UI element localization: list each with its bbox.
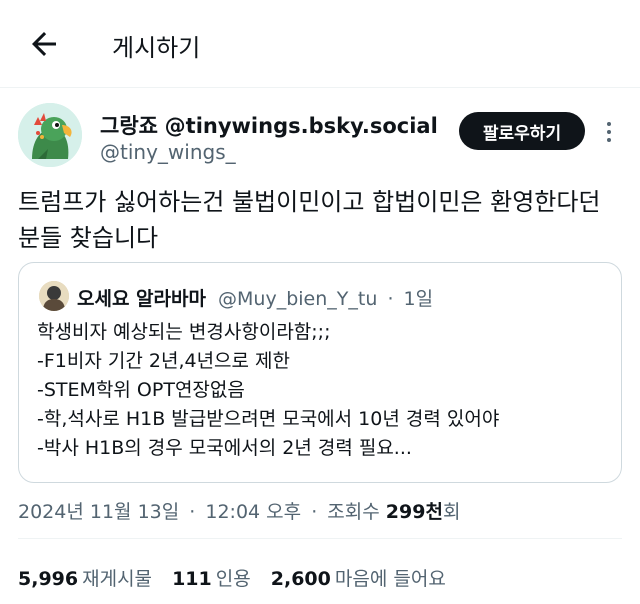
quote-line: -학,석사로 H1B 발급받으려면 모국에서 10년 경력 있어야	[37, 408, 500, 430]
username[interactable]: @tiny_wings_	[100, 140, 236, 164]
quote-line: -STEM학위 OPT연장없음	[37, 379, 245, 401]
likes-label: 마음에 들어요	[334, 568, 446, 590]
views-count: 299천	[385, 501, 443, 523]
follow-button[interactable]: 팔로우하기	[459, 112, 585, 150]
quote-line: -박사 H1B의 경우 모국에서의 2년 경력 필요...	[37, 437, 412, 459]
quote-time[interactable]: 1일	[404, 288, 434, 310]
likes-stat[interactable]: 2,600 마음에 들어요	[271, 568, 446, 590]
likes-count: 2,600	[270, 568, 331, 590]
quote-separator: ·	[387, 288, 394, 310]
quote-author-name[interactable]: 오세요 알라바마	[77, 288, 206, 310]
reposts-label: 재게시물	[82, 568, 153, 590]
quote-author-handle[interactable]: @Muy_bien_Y_tu	[218, 288, 377, 310]
author-name-row[interactable]: 그랑죠 @tinywings.bsky.social	[100, 110, 438, 140]
display-name[interactable]: 그랑죠	[100, 114, 158, 138]
quote-body: 학생비자 예상되는 변경사항이라함;;; -F1비자 기간 2년,4년으로 제한…	[37, 318, 607, 463]
post-time[interactable]: 12:04 오후	[205, 501, 301, 523]
page-title: 게시하기	[112, 34, 201, 62]
views-label: 조회수	[327, 501, 380, 523]
meta-separator: ·	[189, 501, 196, 523]
reposts-stat[interactable]: 5,996 재게시물	[18, 568, 158, 590]
quotes-stat[interactable]: 111 인용	[172, 568, 257, 590]
quote-header: 오세요 알라바마 @Muy_bien_Y_tu · 1일	[77, 284, 433, 311]
quote-card[interactable]: 오세요 알라바마 @Muy_bien_Y_tu · 1일 학생비자 예상되는 변…	[18, 262, 622, 483]
avatar[interactable]	[18, 103, 82, 167]
quote-avatar[interactable]	[39, 281, 69, 311]
views-suffix: 회	[442, 501, 461, 523]
quotes-count: 111	[172, 568, 212, 590]
meta-separator: ·	[311, 501, 318, 523]
arrow-left-icon[interactable]	[26, 26, 62, 62]
top-bar: 게시하기	[0, 0, 640, 88]
post-date[interactable]: 2024년 11월 13일	[18, 501, 179, 523]
more-vertical-icon[interactable]	[600, 120, 618, 144]
post-text: 트럼프가 싫어하는건 불법이민이고 합법이민은 환영한다던 분들 찾습니다	[18, 188, 601, 252]
post-meta: 2024년 11월 13일 · 12:04 오후 · 조회수 299천회	[18, 497, 460, 524]
quote-avatar-icon	[39, 281, 69, 311]
quote-line: 학생비자 예상되는 변경사항이라함;;;	[37, 321, 331, 343]
parrot-avatar-icon	[18, 103, 82, 167]
reposts-count: 5,996	[18, 568, 79, 590]
display-handle[interactable]: @tinywings.bsky.social	[165, 114, 438, 138]
engagement-stats: 5,996 재게시물 111 인용 2,600 마음에 들어요	[18, 564, 460, 591]
quote-line: -F1비자 기간 2년,4년으로 제한	[37, 350, 291, 372]
quotes-label: 인용	[215, 568, 251, 590]
divider	[18, 538, 622, 539]
